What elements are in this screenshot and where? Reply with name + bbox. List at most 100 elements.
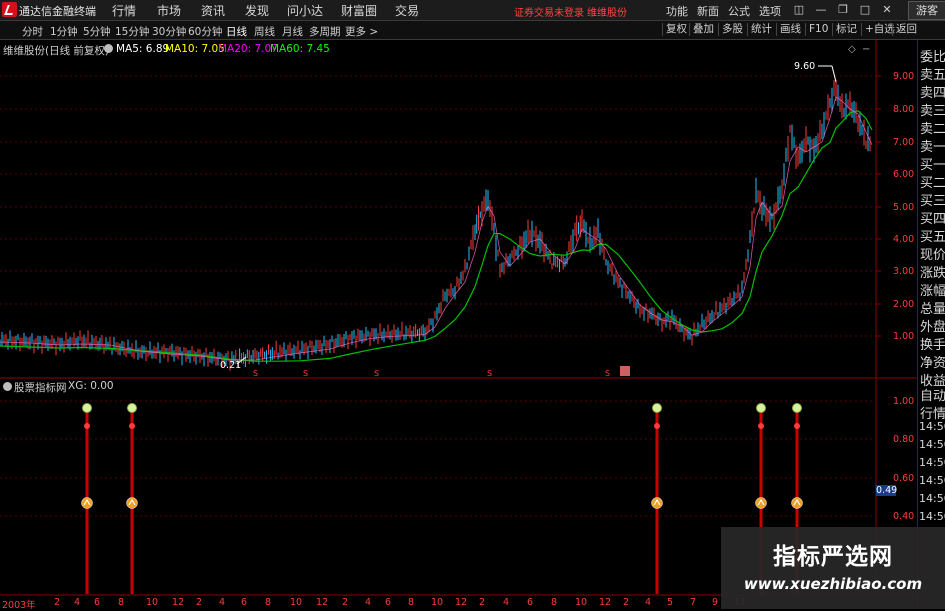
event-marker: S	[253, 369, 258, 378]
price-tick: 4.00	[893, 234, 915, 245]
price-grid	[0, 75, 881, 337]
date-tick: 2	[342, 597, 349, 608]
trade-time: 14:50	[919, 420, 945, 433]
event-marker: S	[605, 369, 610, 378]
date-tick: 12	[455, 597, 468, 608]
side-item-sell1[interactable]: 卖一	[920, 136, 945, 155]
date-tick: 2	[479, 597, 486, 608]
date-tick: 12	[316, 597, 329, 608]
date-tick: 4	[219, 597, 226, 608]
date-tick: 10	[431, 597, 444, 608]
event-marker: S	[487, 369, 492, 378]
date-tick: 12	[599, 597, 612, 608]
side-item-sell5[interactable]: 卖五	[920, 64, 945, 83]
signal-top-marker	[82, 403, 92, 413]
signal-bars	[81, 403, 803, 594]
side-item-change-pct[interactable]: 涨幅	[920, 280, 945, 299]
date-tick: 6	[241, 597, 248, 608]
minus-icon[interactable]: −	[862, 44, 870, 55]
date-tick: 9	[712, 597, 719, 608]
side-item-buy5[interactable]: 买五	[920, 226, 945, 245]
side-item-weibi[interactable]: 委比	[920, 46, 945, 65]
date-tick: 4	[645, 597, 652, 608]
price-tick: 1.00	[893, 331, 915, 342]
side-item-sell2[interactable]: 卖二	[920, 118, 945, 137]
high-label: 9.60	[794, 61, 815, 72]
date-tick: 10	[146, 597, 159, 608]
date-tick: 5	[667, 597, 674, 608]
date-tick: 2	[54, 597, 61, 608]
ma20-label: MA20: 7.07	[218, 43, 278, 55]
side-item-change[interactable]: 涨跌	[920, 262, 945, 281]
price-tick: 2.00	[893, 299, 915, 310]
price-tick: 7.00	[893, 137, 915, 148]
date-tick: 4	[74, 597, 81, 608]
trade-time: 14:50	[919, 510, 945, 523]
signal-dot	[794, 423, 800, 429]
date-tick: 2	[196, 597, 203, 608]
indicator-tick: 0.40	[893, 511, 915, 522]
side-item-buy4[interactable]: 买四	[920, 208, 945, 227]
date-tick: 8	[551, 597, 558, 608]
ma5-label: MA5: 6.89	[116, 43, 170, 55]
price-tick: 3.00	[893, 266, 915, 277]
trade-time: 14:50	[919, 438, 945, 451]
event-box-marker	[620, 366, 630, 376]
ma-settings-icon[interactable]	[104, 44, 113, 53]
signal-top-marker	[792, 403, 802, 413]
signal-top-marker	[756, 403, 766, 413]
date-tick: 10	[575, 597, 588, 608]
side-item-outer[interactable]: 外盘	[920, 316, 945, 335]
signal-dot	[129, 423, 135, 429]
signal-top-marker	[652, 403, 662, 413]
kline-chart[interactable]: S S S S S 9.60 0.21 ◇ −	[0, 0, 945, 609]
stock-title: 维维股份(日线 前复权)	[3, 45, 110, 57]
ma60-line	[0, 110, 873, 362]
indicator-tick: 0.60	[893, 473, 915, 484]
ma60-label: MA60: 7.45	[270, 43, 330, 55]
diamond-icon[interactable]: ◇	[848, 44, 856, 55]
side-item-turnover[interactable]: 换手	[920, 334, 945, 353]
xg-value: XG: 0.00	[68, 380, 114, 392]
side-item-net-assets[interactable]: 净资	[920, 352, 945, 371]
ma20-line	[0, 96, 873, 361]
date-tick: 6	[385, 597, 392, 608]
quote-side-panel: 委比 卖五 卖四 卖三 卖二 卖一 买一 买二 买三 买四 买五 现价 涨跌 涨…	[917, 40, 945, 609]
date-tick: 8	[408, 597, 415, 608]
date-tick: 7	[690, 597, 697, 608]
watermark-url: www.xuezhibiao.com	[743, 575, 923, 593]
ma10-label: MA10: 7.05	[165, 43, 225, 55]
side-item-buy2[interactable]: 买二	[920, 172, 945, 191]
date-tick: 8	[118, 597, 125, 608]
date-tick: 12	[172, 597, 185, 608]
date-ticks-marks: SSSSS	[253, 366, 630, 378]
crosshair-readout: 0.49	[876, 485, 898, 496]
side-item-sell3[interactable]: 卖三	[920, 100, 945, 119]
trade-time: 14:50	[919, 456, 945, 469]
date-tick: 4	[365, 597, 372, 608]
low-label: 0.21	[220, 360, 241, 371]
watermark-title: 指标严选网	[773, 544, 893, 570]
price-tick: 9.00	[893, 71, 915, 82]
indicator-tick: 1.00	[893, 396, 915, 407]
date-tick: 8	[265, 597, 272, 608]
signal-dot	[758, 423, 764, 429]
event-marker: S	[374, 369, 379, 378]
side-item-auto[interactable]: 自动	[920, 385, 945, 404]
signal-top-marker	[127, 403, 137, 413]
date-tick: 4	[503, 597, 510, 608]
date-tick: 10	[290, 597, 303, 608]
indicator-name[interactable]: 股票指标网	[14, 380, 67, 395]
side-item-buy1[interactable]: 买一	[920, 154, 945, 173]
side-item-volume[interactable]: 总量	[920, 298, 945, 317]
side-item-sell4[interactable]: 卖四	[920, 82, 945, 101]
price-tick: 8.00	[893, 104, 915, 115]
trade-time: 14:50	[919, 492, 945, 505]
event-marker: S	[303, 369, 308, 378]
indicator-tick: 0.80	[893, 434, 915, 445]
indicator-settings-icon[interactable]	[3, 382, 12, 391]
side-item-buy3[interactable]: 买三	[920, 190, 945, 209]
side-item-price[interactable]: 现价	[920, 244, 945, 263]
signal-dot	[84, 423, 90, 429]
signal-dot	[654, 423, 660, 429]
